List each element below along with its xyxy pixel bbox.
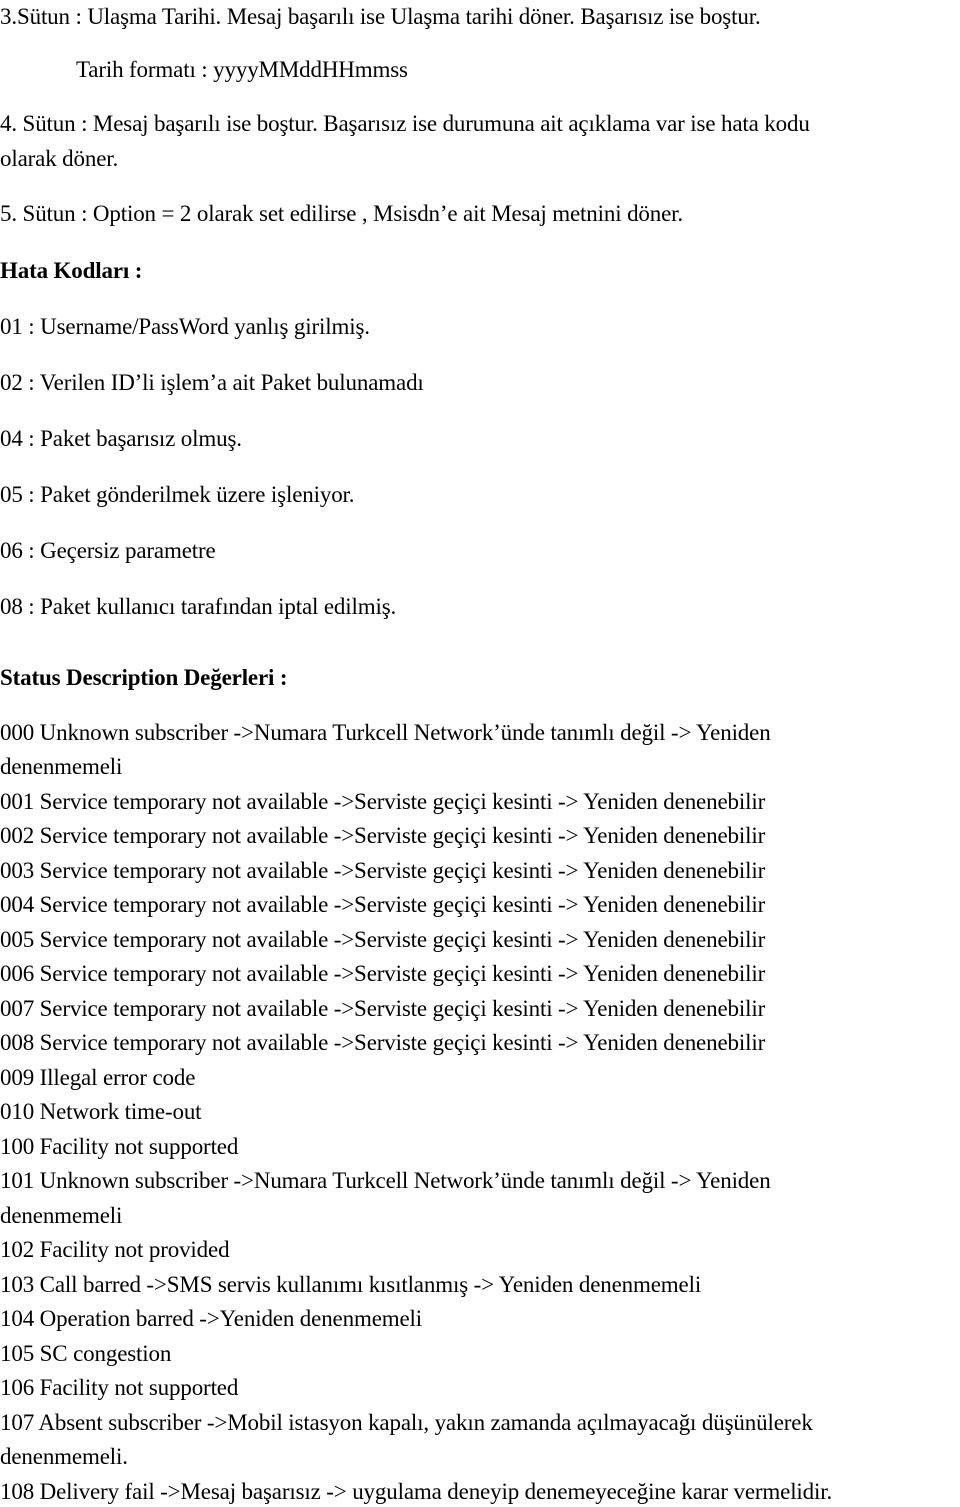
status-line: 101 Unknown subscriber ->Numara Turkcell… [0, 1168, 771, 1193]
status-line: 108 Delivery fail ->Mesaj başarısız -> u… [0, 1479, 833, 1504]
error-code-item: 02 : Verilen ID’li işlem’a ait Paket bul… [0, 370, 424, 395]
status-line: 103 Call barred ->SMS servis kullanımı k… [0, 1272, 702, 1297]
status-line: 104 Operation barred ->Yeniden denenmeme… [0, 1306, 423, 1331]
status-line: 004 Service temporary not available ->Se… [0, 892, 766, 917]
status-line: 009 Illegal error code [0, 1065, 196, 1090]
error-code-item: 06 : Geçersiz parametre [0, 538, 216, 563]
status-line: 007 Service temporary not available ->Se… [0, 996, 766, 1021]
status-line: 010 Network time-out [0, 1099, 202, 1124]
status-line: 003 Service temporary not available ->Se… [0, 858, 766, 883]
error-code-item: 05 : Paket gönderilmek üzere işleniyor. [0, 482, 355, 507]
status-line: denenmemeli [0, 1203, 123, 1228]
error-code-item: 04 : Paket başarısız olmuş. [0, 426, 242, 451]
status-line: 102 Facility not provided [0, 1237, 230, 1262]
status-line: 105 SC congestion [0, 1341, 172, 1366]
status-line: 000 Unknown subscriber ->Numara Turkcell… [0, 720, 771, 745]
status-line: 008 Service temporary not available ->Se… [0, 1030, 766, 1055]
status-description-heading: Status Description Değerleri : [0, 665, 288, 690]
status-line: 001 Service temporary not available ->Se… [0, 789, 766, 814]
column-5-description: 5. Sütun : Option = 2 olarak set edilirs… [0, 201, 684, 226]
status-line: 107 Absent subscriber ->Mobil istasyon k… [0, 1410, 813, 1435]
status-line: 006 Service temporary not available ->Se… [0, 961, 766, 986]
status-line: 005 Service temporary not available ->Se… [0, 927, 766, 952]
status-line: denenmemeli [0, 754, 123, 779]
error-code-item: 01 : Username/PassWord yanlış girilmiş. [0, 314, 370, 339]
column-3-description: 3.Sütun : Ulaşma Tarihi. Mesaj başarılı … [0, 4, 761, 29]
status-line: 002 Service temporary not available ->Se… [0, 823, 766, 848]
status-line: 106 Facility not supported [0, 1375, 239, 1400]
error-code-item: 08 : Paket kullanıcı tarafından iptal ed… [0, 594, 397, 619]
column-4-description-line-2: olarak döner. [0, 146, 119, 171]
column-4-description-line-1: 4. Sütun : Mesaj başarılı ise boştur. Ba… [0, 111, 810, 136]
status-line: denenmemeli. [0, 1444, 128, 1469]
status-line: 100 Facility not supported [0, 1134, 239, 1159]
date-format-description: Tarih formatı : yyyyMMddHHmmss [76, 57, 408, 82]
error-codes-heading: Hata Kodları : [0, 258, 143, 283]
